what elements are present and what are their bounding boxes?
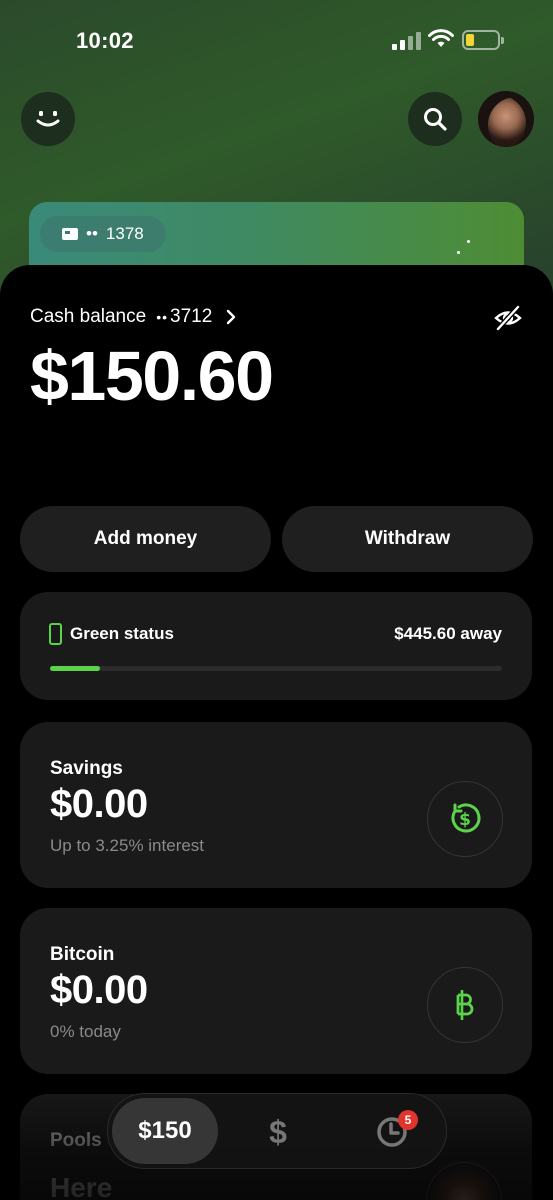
dollar-icon: $ [269, 1113, 287, 1150]
tab-money[interactable]: $150 [112, 1098, 218, 1164]
pools-title: Pools [50, 1130, 102, 1151]
profile-smile-button[interactable] [21, 92, 75, 146]
sparkle-decoration [457, 251, 460, 254]
card-dots: •• [86, 224, 98, 243]
avatar[interactable] [478, 91, 534, 147]
cash-balance-label: Cash balance [30, 306, 147, 327]
card-chip[interactable]: •• 1378 [40, 216, 166, 252]
cash-balance-row[interactable]: Cash balance •• 3712 [30, 306, 236, 328]
phone-outline-icon [49, 623, 62, 645]
status-bar: 10:02 [0, 0, 553, 80]
green-status-panel[interactable]: Green status $445.60 away [20, 592, 532, 700]
green-status-away: $445.60 away [394, 624, 502, 643]
battery-icon [462, 30, 504, 50]
status-time: 10:02 [76, 28, 134, 53]
hide-balance-icon[interactable] [494, 305, 522, 331]
bottom-tab-bar: $150 $ 5 [107, 1093, 447, 1169]
pools-avatar [426, 1162, 502, 1200]
wifi-icon [428, 29, 454, 47]
bitcoin-amount: $0.00 [50, 968, 148, 1012]
savings-amount: $0.00 [50, 782, 148, 826]
bitcoin-title: Bitcoin [50, 944, 115, 965]
chevron-right-icon [227, 309, 236, 325]
account-last4: 3712 [170, 306, 213, 327]
savings-panel[interactable]: Savings $0.00 Up to 3.25% interest $ [20, 722, 532, 888]
activity-badge: 5 [398, 1110, 418, 1130]
bitcoin-icon [456, 990, 474, 1020]
pools-subtitle: Here [50, 1172, 113, 1200]
card-icon [62, 228, 78, 240]
card-last4: 1378 [105, 224, 144, 243]
search-icon [424, 108, 447, 131]
bitcoin-subtitle: 0% today [50, 1022, 121, 1041]
search-button[interactable] [408, 92, 462, 146]
withdraw-button[interactable]: Withdraw [282, 506, 533, 572]
bitcoin-panel[interactable]: Bitcoin $0.00 0% today [20, 908, 532, 1074]
svg-text:$: $ [459, 810, 471, 830]
savings-icon-ring: $ [427, 781, 503, 857]
green-status-label: Green status [70, 624, 174, 643]
green-status-progress-fill [50, 666, 100, 671]
signal-icon [392, 32, 422, 50]
savings-subtitle: Up to 3.25% interest [50, 836, 205, 855]
sparkle-decoration [467, 240, 470, 243]
tab-pay[interactable]: $ [258, 1112, 298, 1152]
dollar-circle-icon: $ [451, 803, 481, 833]
bitcoin-icon-ring [427, 967, 503, 1043]
green-status-progress [50, 666, 502, 671]
add-money-button[interactable]: Add money [20, 506, 271, 572]
savings-title: Savings [50, 758, 123, 779]
account-dots: •• [156, 309, 169, 325]
cash-balance-amount: $150.60 [30, 337, 274, 415]
smile-icon [36, 111, 60, 127]
